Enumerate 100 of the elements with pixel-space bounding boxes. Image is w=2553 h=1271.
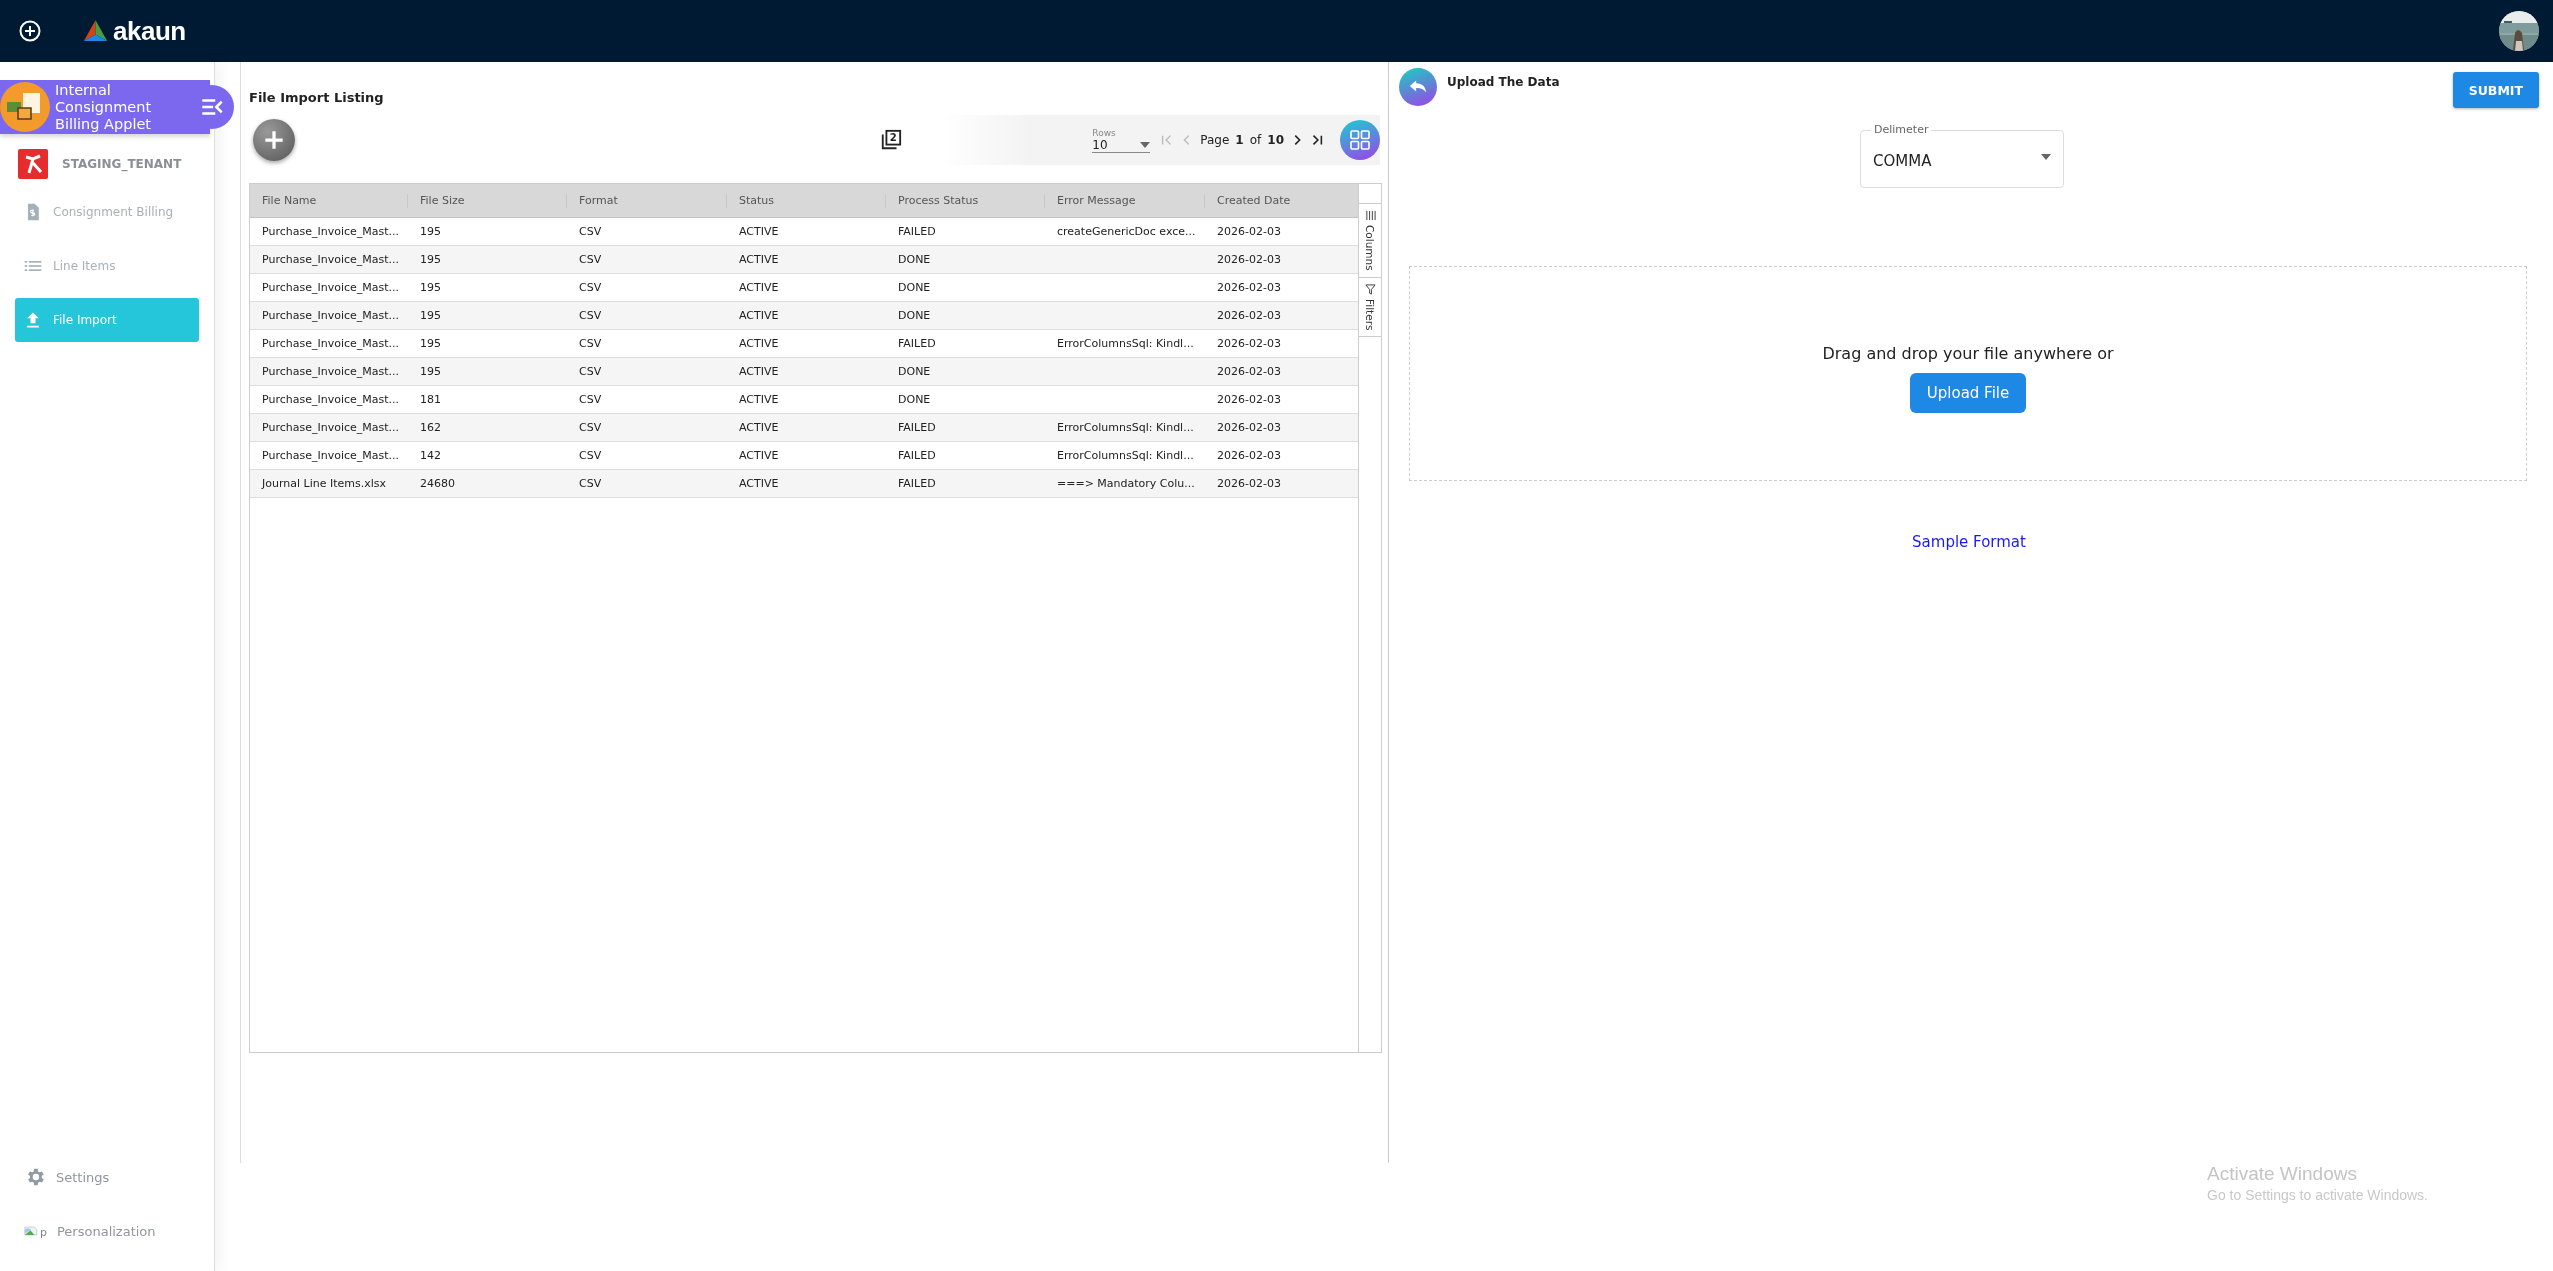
sidebar-item[interactable]: Personalization xyxy=(57,1223,156,1239)
table-cell: Journal Line Items.xlsx xyxy=(262,476,387,490)
column-header[interactable]: Process Status xyxy=(886,193,1045,208)
table-cell: Purchase_Invoice_Mast... xyxy=(262,252,400,266)
table-cell: ACTIVE xyxy=(739,281,779,294)
table-cell: CSV xyxy=(579,252,602,266)
table-cell: CSV xyxy=(579,225,602,238)
column-header[interactable]: Created Date xyxy=(1205,193,1358,208)
table-cell: 195 xyxy=(420,281,441,294)
table-cell: 195 xyxy=(420,308,441,322)
table-cell: ACTIVE xyxy=(739,449,779,462)
page-label: of xyxy=(1249,133,1262,147)
table-cell: FAILED xyxy=(898,449,936,462)
grid-icon[interactable] xyxy=(1348,128,1372,152)
broken-image-icon xyxy=(24,1223,40,1239)
table-cell: ACTIVE xyxy=(739,252,779,266)
activation-notice-title: Activate Windows xyxy=(2207,1163,2358,1185)
applet-title: Internal Consignment Billing Applet xyxy=(55,81,153,133)
table-cell: ===> Mandatory Colu... xyxy=(1057,476,1195,490)
table-cell: Purchase_Invoice_Mast... xyxy=(262,393,400,406)
table-cell: CSV xyxy=(579,308,602,322)
table-cell: ACTIVE xyxy=(739,420,779,434)
table-cell: Purchase_Invoice_Mast... xyxy=(262,364,400,378)
table-cell: DONE xyxy=(898,308,931,322)
page-label: Page xyxy=(1200,133,1230,147)
table-cell: CSV xyxy=(579,364,602,378)
column-header[interactable]: Error Message xyxy=(1045,193,1205,208)
submit-button[interactable]: SUBMIT xyxy=(2452,72,2539,108)
table-cell: 2026-02-03 xyxy=(1217,476,1281,490)
table-cell: DONE xyxy=(898,364,931,378)
table-cell: createGenericDoc exce... xyxy=(1057,225,1196,238)
sidebar-item[interactable]: Settings xyxy=(56,1169,110,1185)
page-total: 10 xyxy=(1267,133,1284,147)
table-cell: ACTIVE xyxy=(739,225,779,238)
table-cell: 2026-02-03 xyxy=(1217,252,1281,266)
table-cell: 2026-02-03 xyxy=(1217,308,1281,322)
table-cell: CSV xyxy=(579,281,602,294)
table-cell: 2026-02-03 xyxy=(1217,449,1281,462)
table-cell: ACTIVE xyxy=(739,364,779,378)
back-button[interactable] xyxy=(1399,68,1437,106)
logo-text: akaun xyxy=(113,15,186,47)
table-cell: DONE xyxy=(898,393,931,406)
table-cell: CSV xyxy=(579,420,602,434)
table-cell: ACTIVE xyxy=(739,337,779,350)
filter-icon[interactable] xyxy=(1364,283,1376,295)
table-cell: 162 xyxy=(420,420,441,434)
table-cell: FAILED xyxy=(898,420,936,434)
add-icon[interactable] xyxy=(18,19,42,43)
table-cell: DONE xyxy=(898,281,931,294)
column-header[interactable]: File Size xyxy=(408,193,567,208)
table-cell: ErrorColumnsSql: Kindl... xyxy=(1057,449,1194,462)
table-cell: Purchase_Invoice_Mast... xyxy=(262,449,400,462)
table-cell: FAILED xyxy=(898,337,936,350)
drop-instructions: Drag and drop your file anywhere or xyxy=(1822,344,2114,363)
table-cell: DONE xyxy=(898,252,931,266)
add-button[interactable] xyxy=(253,119,295,161)
table-cell: 195 xyxy=(420,364,441,378)
table-cell: ACTIVE xyxy=(739,476,779,490)
table-cell: 24680 xyxy=(420,476,455,490)
upload-file-button[interactable]: Upload File xyxy=(1909,373,2027,413)
rows-select[interactable]: Rows 10 xyxy=(1092,127,1151,153)
table-cell: Purchase_Invoice_Mast... xyxy=(262,420,400,434)
column-header[interactable]: File Name xyxy=(250,193,408,208)
drop-zone[interactable]: Drag and drop your file anywhere or Upload File xyxy=(1409,266,2527,481)
table-cell: 2026-02-03 xyxy=(1217,281,1281,294)
table-cell: 195 xyxy=(420,337,441,350)
sample-format-link[interactable]: Sample Format xyxy=(1912,533,2026,551)
table-cell: ACTIVE xyxy=(739,308,779,322)
panel-title: Upload The Data xyxy=(1447,75,1560,89)
table-cell: 2026-02-03 xyxy=(1217,420,1281,434)
caret-icon[interactable] xyxy=(1140,141,1151,148)
table-cell: 142 xyxy=(420,449,441,462)
image-alt-text: p xyxy=(40,1227,47,1239)
table-cell: FAILED xyxy=(898,476,936,490)
table-cell: CSV xyxy=(579,337,602,350)
last-page-icon[interactable] xyxy=(1310,133,1324,147)
table-cell: CSV xyxy=(579,393,602,406)
table-cell: ErrorColumnsSql: Kindl... xyxy=(1057,420,1194,434)
money-box-icon xyxy=(0,82,50,132)
columns-icon[interactable] xyxy=(1364,210,1376,221)
table-cell: 195 xyxy=(420,252,441,266)
table-cell: CSV xyxy=(579,476,602,490)
table-cell: CSV xyxy=(579,449,602,462)
caret-icon[interactable] xyxy=(2041,154,2051,160)
table-cell: Purchase_Invoice_Mast... xyxy=(262,337,400,350)
table-cell: 2026-02-03 xyxy=(1217,393,1281,406)
triangle-logo-icon xyxy=(82,19,109,43)
table-cell: ErrorColumnsSql: Kindl... xyxy=(1057,337,1194,350)
column-header[interactable]: Format xyxy=(567,193,727,208)
table-cell: 195 xyxy=(420,225,441,238)
table-cell: 2026-02-03 xyxy=(1217,337,1281,350)
table-cell: Purchase_Invoice_Mast... xyxy=(262,308,400,322)
table-cell: Purchase_Invoice_Mast... xyxy=(262,281,400,294)
table-cell: 181 xyxy=(420,393,441,406)
table-cell: 2026-02-03 xyxy=(1217,225,1281,238)
page-number: 1 xyxy=(1235,133,1244,147)
listing-title: File Import Listing xyxy=(249,90,385,105)
tenant-name: STAGING_TENANT xyxy=(62,157,182,171)
column-header[interactable]: Status xyxy=(727,193,886,208)
table-cell: 2026-02-03 xyxy=(1217,364,1281,378)
